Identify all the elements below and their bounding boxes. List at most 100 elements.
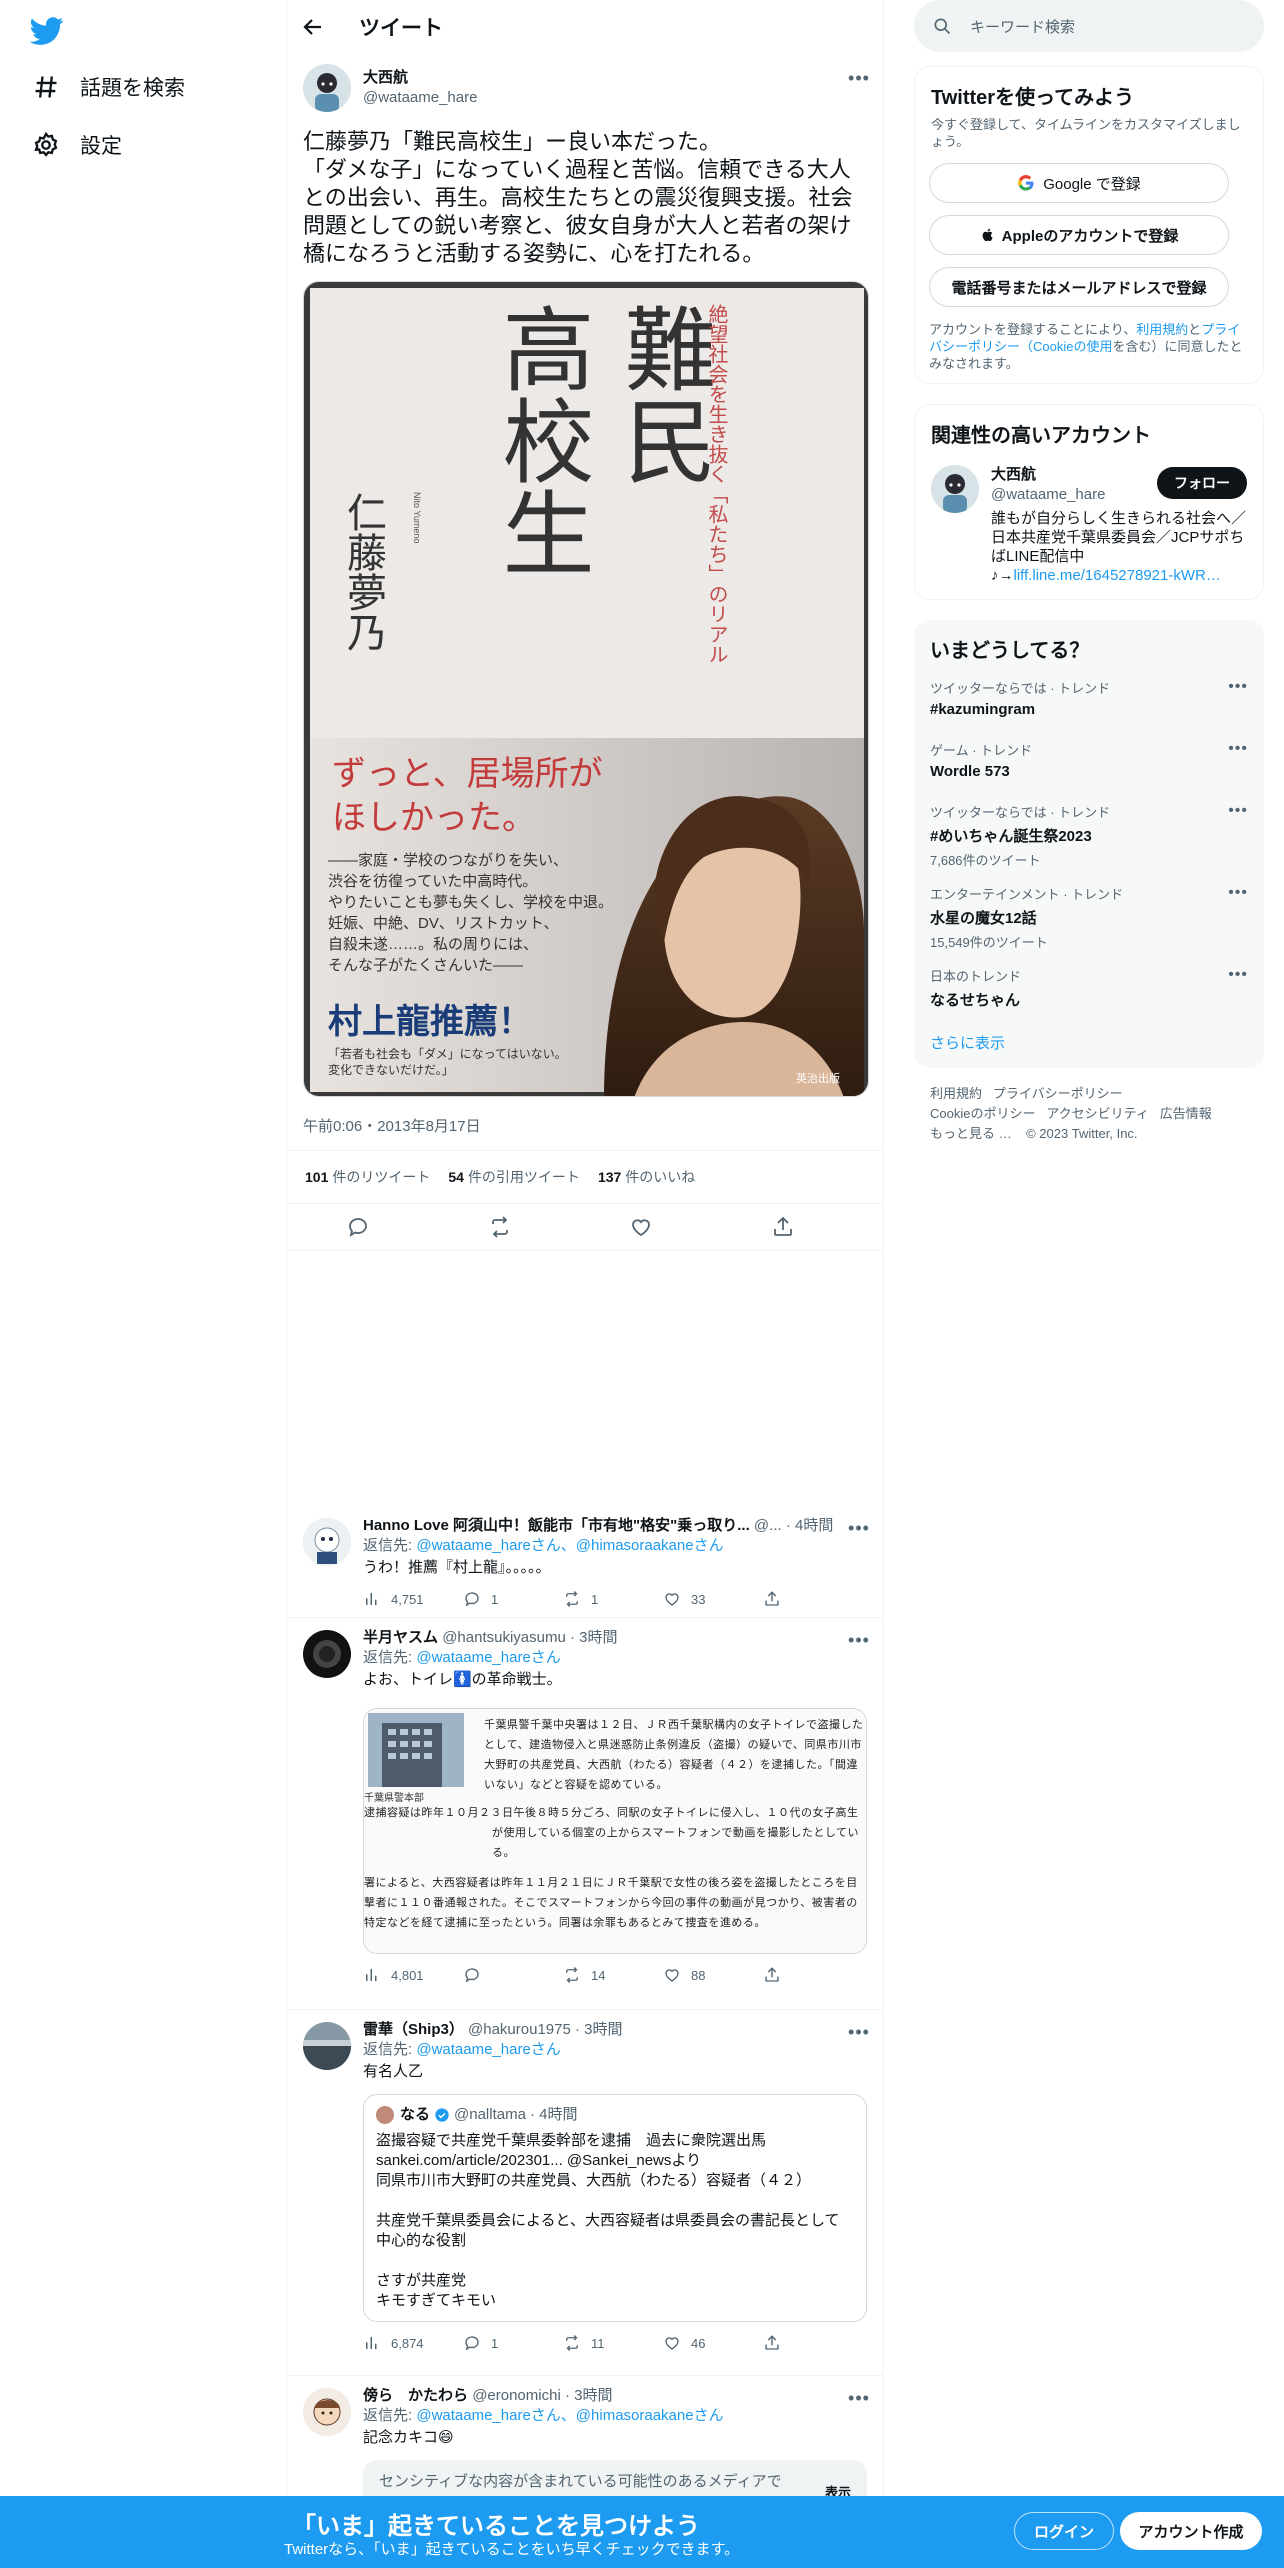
more-options-icon[interactable]: ••• <box>1228 884 1248 902</box>
share-icon[interactable] <box>763 1590 863 1608</box>
trends-panel: いまどうしてる？ ツイッターならでは · トレンド #kazumingram •… <box>914 620 1264 1068</box>
reply-time[interactable]: · 4時間 <box>786 1517 834 1534</box>
reply-to-link[interactable]: @wataame_hareさん <box>416 2041 560 2058</box>
views-stat[interactable]: 4,801 <box>363 1966 463 1984</box>
author-name[interactable]: 大西航 <box>363 68 477 88</box>
back-arrow-icon[interactable] <box>301 15 325 39</box>
share-icon[interactable] <box>763 1966 863 1984</box>
share-icon[interactable] <box>763 2334 863 2352</box>
related-avatar[interactable] <box>931 465 979 513</box>
footer-privacy-link[interactable]: プライバシーポリシー <box>993 1086 1123 1101</box>
author-avatar[interactable] <box>303 64 351 112</box>
more-options-icon[interactable]: ••• <box>847 2020 871 2044</box>
reply-avatar[interactable] <box>303 2388 351 2436</box>
reply-name[interactable]: 雷華（Ship3） <box>363 2021 464 2038</box>
book-author: 仁藤夢乃 <box>340 492 386 652</box>
more-options-icon[interactable]: ••• <box>847 2386 871 2410</box>
reply-avatar[interactable] <box>303 2022 351 2070</box>
like-stat[interactable]: 88 <box>663 1966 763 1984</box>
reply-time[interactable]: · 3時間 <box>565 2387 613 2404</box>
create-account-button[interactable]: アカウント作成 <box>1120 2512 1262 2550</box>
reply-stat[interactable] <box>463 1966 563 1984</box>
nav-explore[interactable]: 話題を検索 <box>32 67 185 107</box>
footer-accessibility-link[interactable]: アクセシビリティ <box>1046 1106 1149 1121</box>
trend-title: #kazumingram <box>930 701 1036 718</box>
like-stat[interactable]: 33 <box>663 1590 763 1608</box>
reply-name[interactable]: Hanno Love 阿須山中！飯能市「市有地"格安"乗っ取り... <box>363 1517 750 1534</box>
reply-avatar[interactable] <box>303 1518 351 1566</box>
trend-item[interactable]: ツイッターならでは · トレンド #めいちゃん誕生祭2023 7,686件のツイ… <box>930 802 1248 869</box>
google-signup-button[interactable]: Google で登録 <box>929 163 1229 203</box>
reply-to-link[interactable]: @wataame_hareさん、@himasoraakaneさん <box>416 2407 723 2424</box>
reply-handle[interactable]: @eronomichi <box>472 2387 561 2404</box>
reply-handle[interactable]: @hakurou1975 <box>468 2021 571 2038</box>
reply-time[interactable]: · 3時間 <box>575 2021 623 2038</box>
trend-item[interactable]: エンターテインメント · トレンド 水星の魔女12話 15,549件のツイート … <box>930 884 1248 951</box>
quoted-tweet[interactable]: なる @nalltama · 4時間 盗撮容疑で共産党千葉県委幹部を逮捕 過去に… <box>363 2094 867 2322</box>
twitter-logo-icon[interactable] <box>30 14 64 48</box>
likes-count: 46 <box>691 2335 706 2351</box>
author-handle[interactable]: @wataame_hare <box>363 88 477 108</box>
retweet-stat[interactable]: 1 <box>563 1590 663 1608</box>
like-icon[interactable] <box>629 1215 653 1239</box>
trend-category: 日本のトレンド <box>930 969 1022 984</box>
reply-to-prefix: 返信先: <box>363 2041 417 2058</box>
reply-text: 記念カキコ😄 <box>363 2429 454 2446</box>
related-handle[interactable]: @wataame_hare <box>991 485 1105 505</box>
more-options-icon[interactable]: ••• <box>847 1516 871 1540</box>
likes-stat[interactable]: 137 件のいいね <box>598 1167 695 1187</box>
retweets-stat[interactable]: 101 件のリツイート <box>305 1167 430 1187</box>
reply-name[interactable]: 傍ら かたわら <box>363 2387 468 2404</box>
show-more-link[interactable]: さらに表示 <box>930 1032 1005 1053</box>
retweet-stat[interactable]: 14 <box>563 1966 663 1984</box>
more-options-icon[interactable]: ••• <box>1228 678 1248 696</box>
terms-link[interactable]: 利用規約 <box>1136 322 1188 337</box>
views-stat[interactable]: 6,874 <box>363 2334 463 2352</box>
more-options-icon[interactable]: ••• <box>847 66 871 90</box>
trend-item[interactable]: ゲーム · トレンド Wordle 573 ••• <box>930 740 1248 780</box>
reply-name[interactable]: 半月ヤスム <box>363 1629 438 1646</box>
footer-terms-link[interactable]: 利用規約 <box>930 1086 982 1101</box>
apple-signup-button[interactable]: Appleのアカウントで登録 <box>929 215 1229 255</box>
reply-to-link[interactable]: @wataame_hareさん、@himasoraakaneさん <box>416 1537 723 1554</box>
phone-signup-button[interactable]: 電話番号またはメールアドレスで登録 <box>929 267 1229 307</box>
share-icon[interactable] <box>771 1215 795 1239</box>
reply-tweet[interactable]: 雷華（Ship3） @hakurou1975 · 3時間 返信先: @wataa… <box>287 2010 883 2376</box>
reply-tweet[interactable]: Hanno Love 阿須山中！飯能市「市有地"格安"乗っ取り... @... … <box>287 1506 883 1618</box>
retweet-icon[interactable] <box>488 1215 512 1239</box>
reply-handle[interactable]: @hantsukiyasumu <box>442 1629 566 1646</box>
tweet-photo[interactable]: 難民 高校生 絶望社会を生き抜く「私たち」のリアル 仁藤夢乃 Nito Yume… <box>303 281 869 1097</box>
more-options-icon[interactable]: ••• <box>1228 802 1248 820</box>
reply-handle[interactable]: @... <box>754 1517 782 1534</box>
footer-ads-link[interactable]: 広告情報 <box>1160 1106 1212 1121</box>
reply-stat[interactable]: 1 <box>463 1590 563 1608</box>
reply-icon[interactable] <box>346 1215 370 1239</box>
more-options-icon[interactable]: ••• <box>1228 966 1248 984</box>
reply-avatar[interactable] <box>303 1630 351 1678</box>
search-box[interactable]: キーワード検索 <box>914 0 1264 52</box>
trend-item[interactable]: 日本のトレンド なるせちゃん ••• <box>930 966 1248 1010</box>
more-options-icon[interactable]: ••• <box>1228 740 1248 758</box>
footer-cookie-link[interactable]: Cookieのポリシー <box>930 1106 1035 1121</box>
tweet-timestamp[interactable]: 午前0:06・2013年8月17日 <box>303 1115 481 1136</box>
nav-settings[interactable]: 設定 <box>32 125 122 165</box>
reply-stat[interactable]: 1 <box>463 2334 563 2352</box>
trend-item[interactable]: ツイッターならでは · トレンド #kazumingram ••• <box>930 678 1248 718</box>
like-stat[interactable]: 46 <box>663 2334 763 2352</box>
views-stat[interactable]: 4,751 <box>363 1590 463 1608</box>
reply-to-link[interactable]: @wataame_hareさん <box>416 1649 560 1666</box>
login-button[interactable]: ログイン <box>1014 2512 1114 2550</box>
retweet-stat[interactable]: 11 <box>563 2334 663 2352</box>
main-column: ツイート 大西航 @wataame_hare ••• 仁藤夢乃「難民高校生」ー良… <box>286 0 884 2568</box>
reply-time[interactable]: · 3時間 <box>570 1629 618 1646</box>
related-name[interactable]: 大西航 <box>991 465 1105 485</box>
footer-more-link[interactable]: もっと見る … <box>930 1126 1012 1141</box>
related-link[interactable]: liff.line.me/1645278921-kWR… <box>1014 567 1221 584</box>
article-image[interactable]: 千葉県警本部 千葉県警千葉中央署は１２日、ＪＲ西千葉駅構内の女子トイレで盗撮した… <box>363 1708 867 1954</box>
reply-tweet[interactable]: 半月ヤスム @hantsukiyasumu · 3時間 返信先: @wataam… <box>287 1618 883 2010</box>
tweet-stats: 101 件のリツイート 54 件の引用ツイート 137 件のいいね <box>287 1150 883 1204</box>
quotes-stat[interactable]: 54 件の引用ツイート <box>448 1167 580 1187</box>
more-options-icon[interactable]: ••• <box>847 1628 871 1652</box>
left-navigation: 話題を検索 設定 <box>0 0 286 2568</box>
follow-button[interactable]: フォロー <box>1157 467 1247 499</box>
